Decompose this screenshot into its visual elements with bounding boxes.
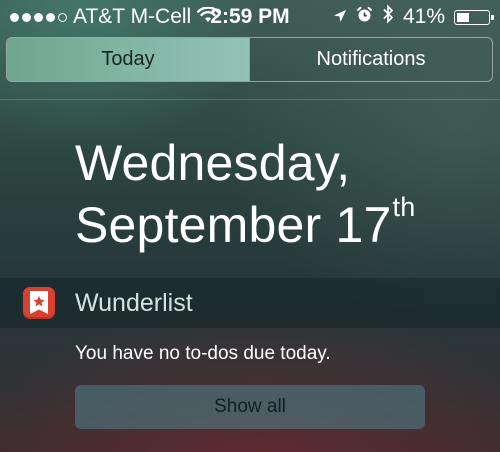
tab-notifications[interactable]: Notifications xyxy=(249,38,492,81)
status-bar-right: 41% xyxy=(333,4,494,30)
battery-percent: 41% xyxy=(402,5,445,28)
location-arrow-icon xyxy=(333,5,347,29)
carrier-name: AT&T M-Cell xyxy=(73,5,192,28)
show-all-button[interactable]: Show all xyxy=(75,385,425,429)
date-month-day-line: September 17th xyxy=(75,194,415,256)
view-switcher: Today Notifications xyxy=(6,37,493,82)
date-weekday: Wednesday, xyxy=(75,135,351,191)
signal-dot xyxy=(58,12,67,22)
signal-strength-icon xyxy=(10,12,67,22)
date-month-day: September 17 xyxy=(75,197,392,253)
widget-header[interactable]: Wunderlist xyxy=(0,278,500,328)
signal-dot xyxy=(22,12,31,22)
header-divider xyxy=(0,99,500,100)
signal-dot xyxy=(10,12,19,22)
bluetooth-icon xyxy=(382,4,394,30)
battery-level xyxy=(457,12,469,22)
date-suffix: th xyxy=(392,192,416,222)
wunderlist-icon xyxy=(23,287,55,319)
battery-icon xyxy=(454,9,494,25)
signal-dot xyxy=(34,12,43,22)
status-bar-left: AT&T M-Cell xyxy=(10,5,220,29)
status-bar: AT&T M-Cell 2:59 PM 41% xyxy=(0,0,500,34)
wifi-icon xyxy=(197,5,220,29)
widget-app-name: Wunderlist xyxy=(75,288,193,317)
today-date: Wednesday, September 17th xyxy=(75,132,415,256)
widget-message: You have no to-dos due today. xyxy=(75,343,331,364)
signal-dot xyxy=(46,12,55,22)
tab-today[interactable]: Today xyxy=(7,38,249,81)
alarm-icon xyxy=(356,5,373,29)
